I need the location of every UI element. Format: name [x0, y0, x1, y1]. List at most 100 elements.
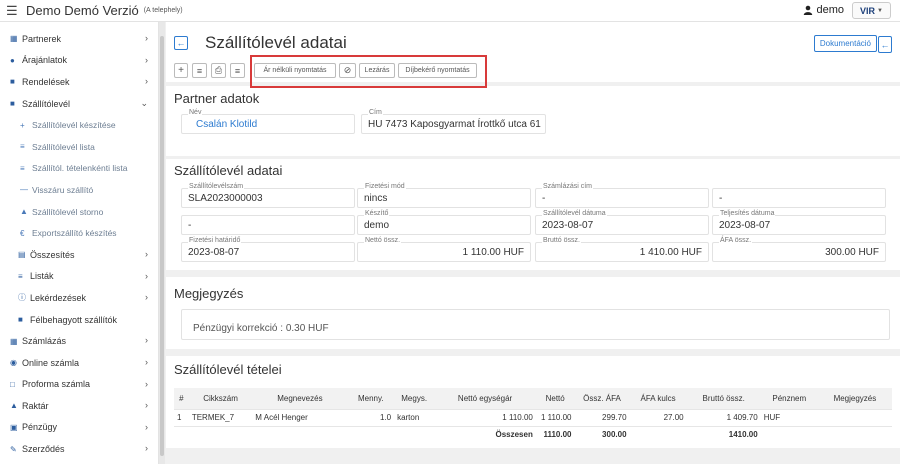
vir-logo[interactable]: VIR ▼: [852, 2, 891, 19]
column-header[interactable]: Megjegyzés: [817, 388, 892, 409]
column-header[interactable]: Megnevezés: [252, 388, 348, 409]
table-header-row: # Cikkszám Megnevezés Menny. Megys. Nett…: [174, 388, 892, 409]
sidebar-item-label: Pénzügy: [22, 422, 58, 433]
chevron-right-icon: ›: [145, 248, 148, 259]
column-header[interactable]: Cikkszám: [188, 388, 253, 409]
sidebar-subitem-keszitese[interactable]: + Szállítólevél készítése: [0, 114, 158, 136]
chevron-right-icon: ›: [145, 335, 148, 346]
table-cell: 1 110.00: [434, 408, 536, 426]
sidebar-item-partnerek[interactable]: ▦ Partnerek ›: [0, 28, 158, 50]
field-label: Szállítólevélszám: [188, 182, 245, 192]
table-cell: 27.00: [629, 408, 687, 426]
sidebar-item-label: Szállítólevél: [22, 98, 71, 109]
chevron-right-icon: ›: [145, 443, 148, 454]
sidebar-item-label: Rendelések: [22, 76, 70, 87]
total-label: Összesen: [434, 425, 536, 443]
back-button-right[interactable]: ←: [878, 36, 892, 53]
field-label: Cím: [368, 108, 383, 118]
sidebar-item-raktar[interactable]: ▲ Raktár ›: [0, 395, 158, 417]
column-header[interactable]: Nettó egységár: [434, 388, 536, 409]
field-label: Készítő: [364, 209, 390, 219]
sidebar-item-listak[interactable]: ≡ Listák ›: [0, 266, 158, 288]
highlight-box: [250, 55, 487, 88]
sidebar-subitem-export[interactable]: € Exportszállító készítés: [0, 222, 158, 244]
payment-method-field: Fizetési mód nincs: [357, 182, 531, 208]
field-label: Bruttó össz.: [542, 236, 581, 246]
scrollbar-thumb[interactable]: [160, 36, 164, 456]
partner-section-title: Partner adatok: [174, 91, 260, 106]
partner-name-link[interactable]: Csalán Klotild: [196, 119, 257, 130]
sidebar-subitem-label: Szállítólevél lista: [32, 141, 95, 152]
sidebar-item-osszesites[interactable]: ▤ Összesítés ›: [0, 244, 158, 266]
table-cell: HUF: [760, 408, 818, 426]
column-header[interactable]: Nettó: [535, 388, 575, 409]
field-value: nincs: [364, 193, 388, 204]
field-value: demo: [364, 220, 390, 231]
field-value: -: [719, 193, 723, 204]
table-cell: 1.0: [347, 408, 395, 426]
vat-total-field: ÁFA össz. 300.00 HUF: [712, 236, 886, 262]
field-label: Fizetési határidő: [188, 236, 242, 246]
detail-list-button[interactable]: ≡: [230, 63, 245, 78]
column-header[interactable]: #: [174, 388, 189, 409]
euro-icon: €: [20, 228, 25, 238]
table-cell: M Acél Henger: [252, 408, 348, 426]
sidebar-item-penzugy[interactable]: ▣ Pénzügy ›: [0, 417, 158, 439]
total-vat: 300.00: [574, 425, 630, 443]
column-header[interactable]: Menny.: [347, 388, 395, 409]
sidebar-item-rendelesek[interactable]: ■ Rendelések ›: [0, 71, 158, 93]
column-header[interactable]: ÁFA kulcs: [629, 388, 687, 409]
sidebar-item-online-szamla[interactable]: ◉ Online számla ›: [0, 352, 158, 374]
items-section-title: Szállítólevél tételei: [174, 362, 282, 377]
sidebar-item-szamlazas[interactable]: ▦ Számlázás ›: [0, 330, 158, 352]
user-menu[interactable]: demo: [803, 4, 844, 16]
sidebar-item-label: Összesítés: [30, 249, 75, 260]
partner-name-field[interactable]: Név Csalán Klotild: [181, 108, 355, 134]
sidebar: ▦ Partnerek › ● Árajánlatok › ■ Rendelések › ■…: [0, 22, 159, 464]
sidebar-subitem-tetelenkenti[interactable]: ≡ Szállítól. tételenkénti lista: [0, 158, 158, 180]
documentation-button[interactable]: Dokumentáció: [813, 35, 877, 52]
invoice-icon: ▦: [10, 336, 18, 346]
back-button[interactable]: ←: [174, 36, 188, 50]
add-button[interactable]: +: [174, 63, 188, 78]
sidebar-item-arajanlatok[interactable]: ● Árajánlatok ›: [0, 50, 158, 72]
total-gross: 1410.00: [686, 425, 761, 443]
sidebar-subitem-storno[interactable]: ▲ Szállítólevél storno: [0, 201, 158, 223]
field-label: Nettó össz.: [364, 236, 402, 246]
column-header[interactable]: Bruttó össz.: [686, 388, 761, 409]
app-title: Demo Demó Verzió: [26, 3, 139, 18]
delivery-note-icon: ■: [10, 99, 15, 109]
sidebar-subitem-lista[interactable]: ≡ Szállítólevél lista: [0, 136, 158, 158]
extra-field-1: -: [712, 188, 886, 208]
field-label: Név: [188, 108, 203, 118]
sidebar-item-label: Proforma számla: [22, 379, 91, 390]
summary-icon: ▤: [18, 250, 26, 260]
sidebar-item-szerzodes[interactable]: ✎ Szerződés ›: [0, 438, 158, 460]
sidebar-item-felbehagyott[interactable]: ■ Félbehagyott szállítók: [0, 309, 158, 331]
list-button[interactable]: ≡: [192, 63, 207, 78]
sidebar-subitem-label: Exportszállító készítés: [32, 228, 117, 239]
creator-field: Készítő demo: [357, 209, 531, 235]
field-label: ÁFA össz.: [719, 236, 753, 246]
field-label: Szállítólevél dátuma: [542, 209, 607, 219]
chevron-right-icon: ›: [145, 33, 148, 43]
column-header[interactable]: Össz. ÁFA: [574, 388, 630, 409]
sidebar-scrollbar[interactable]: [159, 22, 165, 464]
column-header[interactable]: Megys.: [394, 388, 435, 409]
print-button[interactable]: ⎙: [211, 63, 226, 78]
sidebar-item-label: Listák: [30, 271, 54, 282]
total-net: 1110.00: [535, 425, 575, 443]
chevron-right-icon: ›: [145, 292, 148, 303]
partners-icon: ▦: [10, 34, 18, 44]
field-value: 2023-08-07: [542, 220, 594, 231]
sidebar-item-szallitolevel[interactable]: ■ Szállítólevél ⌄: [0, 93, 158, 115]
sidebar-subitem-visszaru[interactable]: — Visszáru szállító: [0, 179, 158, 201]
sidebar-item-lekerdezesek[interactable]: ⓘ Lekérdezések ›: [0, 287, 158, 309]
sidebar-item-proforma[interactable]: □ Proforma számla ›: [0, 374, 158, 396]
hamburger-menu-icon[interactable]: ☰: [6, 4, 18, 17]
sidebar-item-label: Lekérdezések: [30, 292, 87, 303]
column-header[interactable]: Pénznem: [760, 388, 818, 409]
sidebar-subitem-label: Szállítólevél storno: [32, 206, 104, 217]
table-row[interactable]: 1 TERMEK_7 M Acél Henger 1.0 karton 1 11…: [174, 408, 892, 426]
sidebar-item-label: Partnerek: [22, 33, 62, 44]
